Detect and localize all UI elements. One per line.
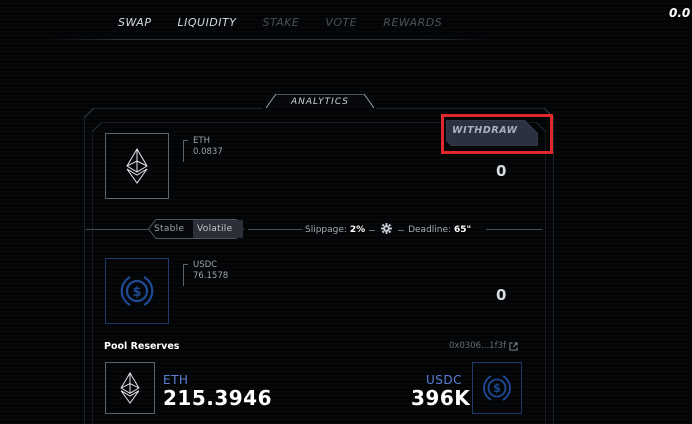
top-right-balance: 0.0 [669,6,691,20]
divider-line [86,229,148,230]
token-b-symbol: USDC [193,260,218,270]
nav-liquidity[interactable]: LIQUIDITY [177,16,236,29]
usdc-icon: $ [483,375,511,401]
reserve-a-value: 215.3946 [163,386,273,410]
pool-address: 0x0306...1f3f [449,341,506,351]
external-link-icon [509,341,518,351]
token-a-symbol: ETH [193,136,210,146]
deadline-label: Deadline: [408,225,452,235]
usdc-icon: $ [120,276,154,306]
nav-divider [50,39,490,40]
gear-icon[interactable] [381,223,393,237]
reserve-a-symbol: ETH [163,373,189,387]
reserve-eth-icon-box [105,362,155,414]
svg-text:$: $ [493,382,501,395]
reserve-usdc-icon-box: $ [472,362,522,414]
pool-address-link[interactable]: 0x0306...1f3f [449,341,518,351]
reserve-b-value: 396K [411,386,471,410]
pool-type-stable[interactable]: Stable [154,224,184,234]
pool-reserves-title: Pool Reserves [104,341,180,352]
nav-vote[interactable]: VOTE [325,16,357,29]
separator [369,229,376,231]
token-a-select[interactable] [105,133,169,199]
swap-settings: Slippage: 2% Deadline: 65" [305,223,471,237]
token-a-balance: 0.0837 [193,147,223,157]
divider-line [248,229,302,230]
svg-text:$: $ [132,285,141,300]
withdraw-highlight-box [441,114,553,154]
top-nav: SWAP LIQUIDITY STAKE VOTE REWARDS [118,16,468,29]
slippage-value: 2% [349,225,366,235]
ethereum-icon [120,372,140,404]
token-b-amount[interactable]: 0 [496,286,506,304]
divider-line [486,229,542,230]
separator [398,229,405,231]
nav-stake[interactable]: STAKE [262,16,299,29]
deadline-value: 65" [453,225,472,235]
token-b-balance: 76.1578 [193,271,229,281]
pool-type-volatile[interactable]: Volatile [197,224,232,234]
nav-rewards[interactable]: REWARDS [383,16,442,29]
slippage-label: Slippage: [305,225,347,235]
token-a-amount[interactable]: 0 [496,162,506,180]
token-b-select[interactable]: $ [105,258,169,324]
bracket-decor [183,140,188,162]
ethereum-icon [126,148,148,184]
analytics-tab[interactable]: ANALYTICS [266,97,374,107]
bracket-decor [183,264,188,286]
nav-swap[interactable]: SWAP [118,16,151,29]
reserve-b-symbol: USDC [426,373,463,387]
token-a-balance-label: ETH 0.0837 [193,136,223,158]
token-b-balance-label: USDC 76.1578 [193,260,228,282]
